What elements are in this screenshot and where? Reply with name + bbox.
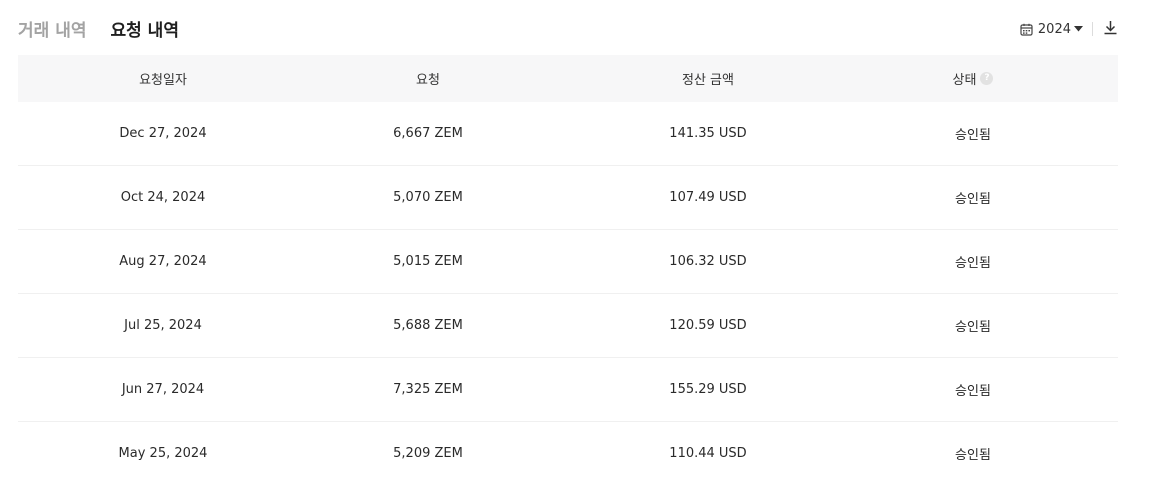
cell-date: May 25, 2024: [118, 446, 208, 461]
toolbar: 2024: [1020, 17, 1118, 41]
cell-status: 승인됨: [955, 448, 991, 463]
table-row: Aug 27, 2024 5,015 ZEM 106.32 USD 승인됨: [18, 230, 1118, 294]
toolbar-divider: [1092, 22, 1093, 36]
cell-date: Oct 24, 2024: [120, 190, 206, 205]
cell-amount: 120.59 USD: [669, 318, 747, 333]
year-value: 2024: [1037, 21, 1071, 37]
cell-request: 5,209 ZEM: [393, 446, 463, 461]
download-icon: [1103, 20, 1118, 39]
cell-date: Jun 27, 2024: [121, 382, 205, 397]
table-row: May 25, 2024 5,209 ZEM 110.44 USD 승인됨: [18, 422, 1118, 485]
cell-request: 6,667 ZEM: [393, 126, 463, 141]
cell-request: 5,688 ZEM: [393, 318, 463, 333]
header-status: 상태 ?: [868, 69, 1078, 88]
table-row: Oct 24, 2024 5,070 ZEM 107.49 USD 승인됨: [18, 166, 1118, 230]
cell-date: Aug 27, 2024: [119, 254, 207, 269]
cell-status: 승인됨: [955, 256, 991, 271]
cell-date: Jul 25, 2024: [124, 318, 202, 333]
cell-amount: 110.44 USD: [669, 446, 747, 461]
cell-amount: 106.32 USD: [669, 254, 747, 269]
caret-down-icon: [1074, 26, 1083, 32]
header-settlement-amount: 정산 금액: [682, 73, 734, 88]
calendar-icon: [1020, 23, 1033, 36]
request-history-table: 요청일자 요청 정산 금액 상태 ? Dec 27, 2024 6,667 ZE…: [18, 55, 1118, 485]
cell-amount: 141.35 USD: [669, 126, 747, 141]
table-header: 요청일자 요청 정산 금액 상태 ?: [18, 55, 1118, 102]
cell-status: 승인됨: [955, 320, 991, 335]
header-status-label: 상태: [952, 73, 977, 88]
year-select[interactable]: 2024: [1020, 22, 1083, 37]
cell-status: 승인됨: [955, 384, 991, 399]
request-history-page: 거래 내역 요청 내역 2024 요청일자 요청 정산 금액 상태 ? Dec …: [0, 0, 1162, 500]
cell-request: 5,070 ZEM: [393, 190, 463, 205]
help-icon[interactable]: ?: [980, 72, 994, 85]
table-row: Jun 27, 2024 7,325 ZEM 155.29 USD 승인됨: [18, 358, 1118, 422]
cell-request: 7,325 ZEM: [393, 382, 463, 397]
cell-amount: 107.49 USD: [669, 190, 747, 205]
download-button[interactable]: [1103, 20, 1118, 39]
table-row: Jul 25, 2024 5,688 ZEM 120.59 USD 승인됨: [18, 294, 1118, 358]
cell-status: 승인됨: [955, 128, 991, 143]
cell-request: 5,015 ZEM: [393, 254, 463, 269]
header-request-date: 요청일자: [139, 73, 187, 88]
history-tabs: 거래 내역 요청 내역: [18, 14, 203, 42]
tab-transaction-history[interactable]: 거래 내역: [18, 16, 86, 41]
cell-date: Dec 27, 2024: [119, 126, 207, 141]
cell-amount: 155.29 USD: [669, 382, 747, 397]
table-row: Dec 27, 2024 6,667 ZEM 141.35 USD 승인됨: [18, 102, 1118, 166]
tab-request-history[interactable]: 요청 내역: [110, 16, 178, 41]
header-request: 요청: [416, 73, 440, 88]
cell-status: 승인됨: [955, 192, 991, 207]
